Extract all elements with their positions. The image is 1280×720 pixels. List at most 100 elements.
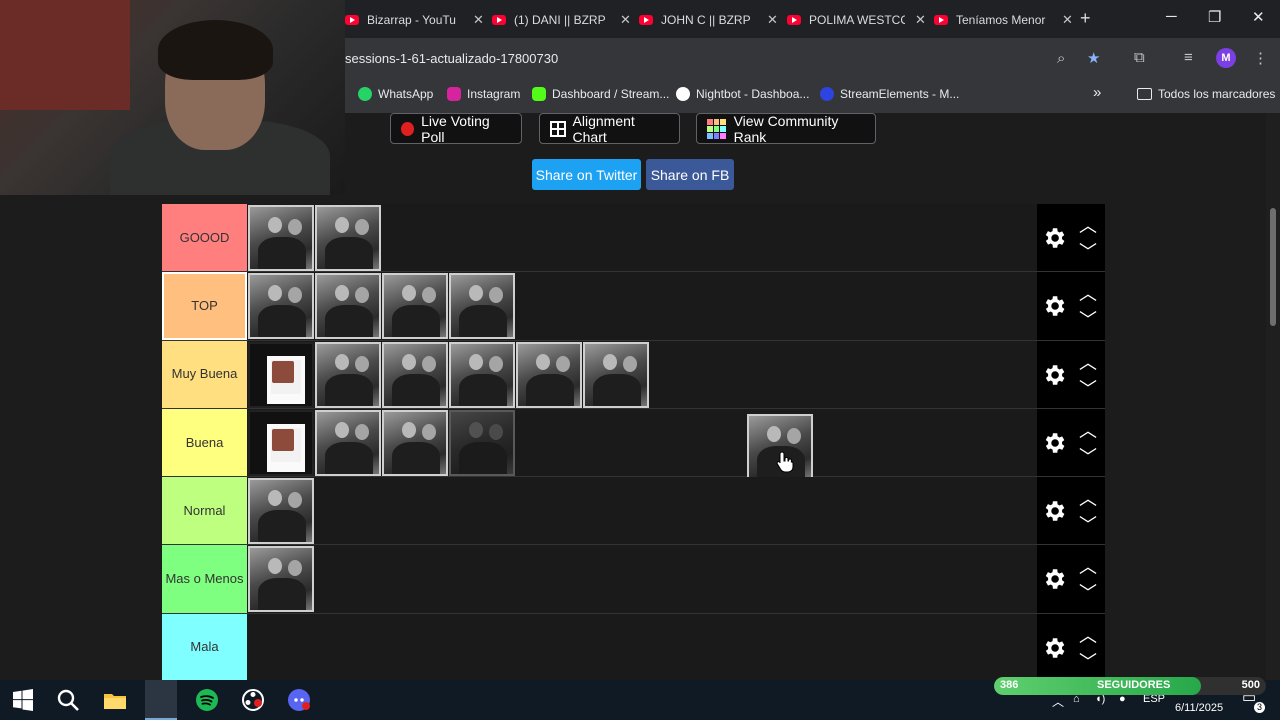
tier-items[interactable] [247,204,1037,272]
item-thumbnail[interactable] [315,205,381,271]
move-up-icon[interactable]: ︿ [1079,349,1097,375]
move-down-icon[interactable]: ﹀ [1079,238,1097,264]
browser-tab[interactable]: Teníamos Menor ✕ [934,6,1073,34]
tier-items[interactable] [247,272,1037,340]
tier-row: Mas o Menos ︿ ﹀ [162,545,1105,614]
clock-date[interactable]: 6/11/2025 [1175,702,1223,714]
move-down-icon[interactable]: ﹀ [1079,648,1097,674]
move-down-icon[interactable]: ﹀ [1079,306,1097,332]
move-up-icon[interactable]: ︿ [1079,417,1097,443]
move-down-icon[interactable]: ﹀ [1079,579,1097,605]
tier-label[interactable]: Muy Buena [162,340,247,408]
move-up-icon[interactable]: ︿ [1079,622,1097,648]
spotify-icon[interactable] [195,688,219,712]
bookmark-star-icon[interactable]: ★ [1087,49,1100,67]
gear-icon[interactable] [1041,498,1067,524]
item-thumbnail[interactable] [449,341,515,408]
page-scrollbar[interactable] [1266,113,1280,680]
tier-label[interactable]: Normal [162,477,247,545]
tier-row: Buena ︿ ﹀ [162,408,1105,480]
share-fb-button[interactable]: Share on FB [646,159,734,190]
close-window-icon[interactable]: ✕ [1252,8,1265,26]
move-up-icon[interactable]: ︿ [1079,485,1097,511]
gear-icon[interactable] [1041,362,1067,388]
item-thumbnail[interactable] [248,409,314,476]
close-tab-icon[interactable]: ✕ [915,12,926,28]
item-thumbnail[interactable] [449,273,515,340]
minimize-icon[interactable]: ─ [1166,8,1177,25]
view-community-rank-button[interactable]: View Community Rank [696,113,876,145]
tier-items[interactable] [247,340,1037,408]
profile-avatar[interactable]: M [1216,48,1236,68]
record-icon [401,121,415,136]
bookmark-nightbot[interactable]: Nightbot - Dashboa... [676,87,809,101]
gear-icon[interactable] [1041,225,1067,251]
browser-tab[interactable]: (1) DANI || BZRP ✕ [492,6,631,34]
move-up-icon[interactable]: ︿ [1079,553,1097,579]
share-twitter-button[interactable]: Share on Twitter [532,159,641,190]
live-voting-poll-button[interactable]: Live Voting Poll [390,113,522,145]
item-thumbnail[interactable] [583,341,649,408]
browser-tab[interactable]: Bizarrap - YouTu ✕ [345,6,484,34]
close-tab-icon[interactable]: ✕ [767,12,778,28]
tier-label[interactable]: Buena [162,408,247,477]
item-thumbnail[interactable] [382,273,448,340]
gear-icon[interactable] [1041,566,1067,592]
file-explorer-icon[interactable] [103,688,127,712]
item-thumbnail[interactable] [315,273,381,340]
item-thumbnail[interactable] [248,205,314,271]
tier-items[interactable] [247,477,1037,545]
browser-tab[interactable]: POLIMA WESTCO ✕ [787,6,926,34]
all-bookmarks[interactable]: Todos los marcadores [1137,87,1275,101]
menu-icon[interactable]: ⋮ [1253,49,1268,67]
item-thumbnail[interactable] [382,409,448,476]
windows-start-icon[interactable] [11,688,35,712]
item-thumbnail[interactable] [248,341,314,408]
close-tab-icon[interactable]: ✕ [620,12,631,28]
item-thumbnail[interactable] [248,546,314,613]
browser-tab[interactable]: JOHN C || BZRP ✕ [639,6,778,34]
alignment-chart-button[interactable]: Alignment Chart [539,113,680,145]
bookmark-streamelements[interactable]: StreamElements - M... [820,87,959,101]
url-field[interactable]: sessions-1-61-actualizado-17800730 [345,51,558,66]
move-down-icon[interactable]: ﹀ [1079,443,1097,469]
item-thumbnail[interactable] [516,341,582,408]
close-tab-icon[interactable]: ✕ [1062,12,1073,28]
chevron-up-icon[interactable]: ︿ [1052,693,1064,710]
obs-icon[interactable] [241,688,265,712]
item-thumbnail[interactable] [315,409,381,476]
more-bookmarks-icon[interactable]: » [1093,84,1101,101]
move-down-icon[interactable]: ﹀ [1079,511,1097,537]
tier-items[interactable] [247,408,1037,480]
search-icon[interactable] [56,688,80,712]
gear-icon[interactable] [1041,430,1067,456]
scrollbar-thumb[interactable] [1270,208,1276,326]
tab-title: Teníamos Menor [956,13,1046,27]
tier-label[interactable]: Mala [162,613,247,680]
item-thumbnail[interactable] [315,341,381,408]
tier-label[interactable]: GOOOD [162,204,247,272]
bookmark-kick-dashboard[interactable]: Dashboard / Stream... [532,87,669,101]
move-up-icon[interactable]: ︿ [1079,280,1097,306]
move-down-icon[interactable]: ﹀ [1079,375,1097,401]
gear-icon[interactable] [1041,293,1067,319]
bookmark-instagram[interactable]: Instagram [447,87,520,101]
restore-icon[interactable]: ❐ [1208,8,1221,26]
item-thumbnail[interactable] [248,273,314,340]
tier-items[interactable] [247,613,1037,680]
tier-label[interactable]: Mas o Menos [162,545,247,613]
tier-items[interactable] [247,545,1037,613]
close-tab-icon[interactable]: ✕ [473,12,484,28]
move-up-icon[interactable]: ︿ [1079,212,1097,238]
media-control-icon[interactable]: ≡ [1184,49,1193,66]
gear-icon[interactable] [1041,635,1067,661]
followers-goal-bar: 386 SEGUIDORES 500 [994,677,1266,695]
tier-label[interactable]: TOP [162,272,247,340]
bookmark-whatsapp[interactable]: WhatsApp [358,87,433,101]
search-icon[interactable]: ⌕ [1057,50,1065,67]
item-thumbnail[interactable] [382,341,448,408]
extensions-icon[interactable]: ⧉ [1134,49,1145,66]
discord-icon[interactable] [287,688,311,712]
item-thumbnail[interactable] [248,478,314,545]
new-tab-button[interactable]: + [1080,8,1091,29]
